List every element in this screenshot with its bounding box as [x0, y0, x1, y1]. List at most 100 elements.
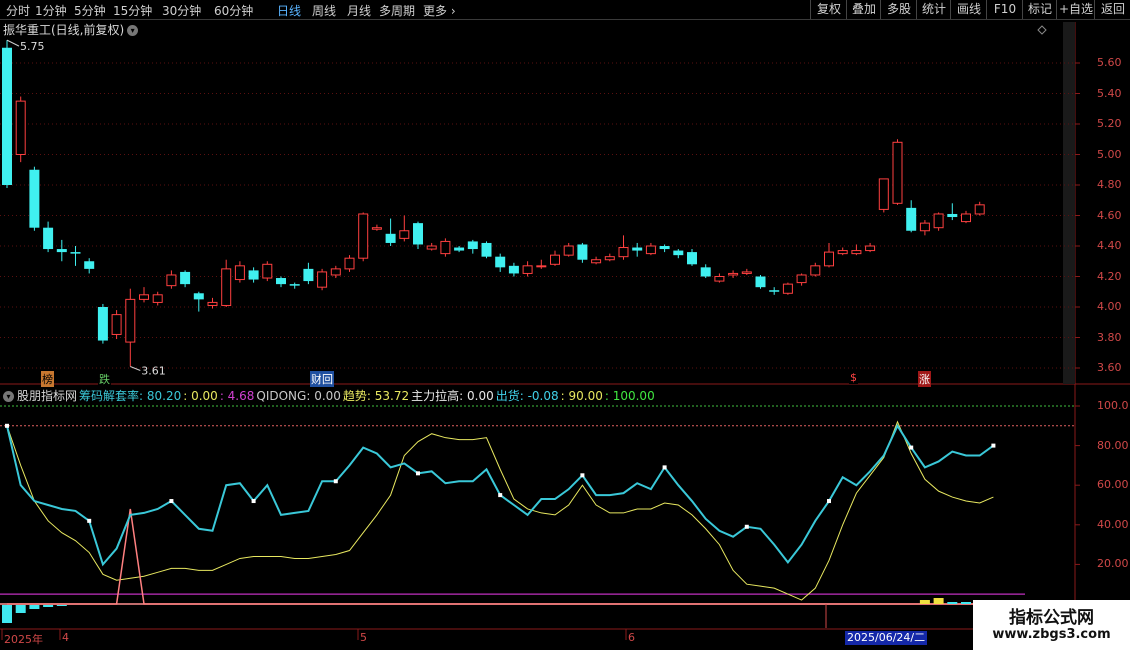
indicator-menu-icon[interactable]: ▾ [3, 391, 14, 402]
toolbar-button-2[interactable]: 多股 [880, 0, 917, 19]
chip-release-line [6, 423, 994, 567]
indicator-tick-label: 100.0 [1097, 399, 1129, 412]
candle-body [2, 47, 12, 185]
indicator-name: 股朋指标网 [17, 389, 78, 403]
candle-body [591, 259, 602, 264]
candle-body [769, 290, 780, 292]
outflow-bar [961, 602, 971, 604]
candle-body [659, 246, 670, 250]
indicator-value: QIDONG: 0.00 [256, 389, 341, 403]
qidong-line [7, 508, 994, 605]
period-tab-8[interactable]: 月线 [347, 2, 371, 19]
period-tab-6[interactable]: 日线 [277, 2, 301, 19]
candle-body [892, 141, 903, 204]
price-tick-label: 5.20 [1097, 117, 1122, 130]
stock-title[interactable]: 振华重工(日线,前复权) ▾ [3, 21, 139, 38]
toolbar-button-0[interactable]: 复权 [810, 0, 847, 19]
period-tab-4[interactable]: 30分钟 [162, 2, 201, 19]
candle-body [577, 244, 588, 260]
high-pointer [6, 39, 20, 47]
candle-body [961, 213, 971, 223]
period-tab-3[interactable]: 15分钟 [113, 2, 152, 19]
candle-body [632, 247, 643, 251]
x-axis-label: 2025年 [4, 633, 43, 646]
candle-body [440, 240, 451, 255]
watermark: 指标公式网 www.zbgs3.com [973, 600, 1130, 650]
signal-badge-5: 涨 [918, 371, 931, 387]
indicator-tick-label: 40.00 [1097, 517, 1129, 531]
outflow-bar [15, 605, 26, 613]
candle-body [508, 265, 519, 274]
toolbar-button-7[interactable]: +自选 [1056, 0, 1095, 19]
toolbar-button-4[interactable]: 画线 [950, 0, 987, 19]
dropdown-icon[interactable]: ▾ [127, 25, 139, 36]
candle-body [687, 252, 697, 265]
indicator-title: ▾ 股朋指标网 筹码解套率: 80.20: 0.00: 4.68 QIDONG: 0.… [3, 387, 657, 404]
candle-body [221, 268, 232, 306]
candle-body [193, 293, 204, 300]
period-tab-0[interactable]: 分时 [6, 2, 30, 19]
chip-release-marker [87, 518, 92, 523]
x-axis-label: 4 [62, 631, 69, 644]
low-price-label: 3.61 [141, 364, 166, 377]
indicator-tick-label: 60.00 [1097, 478, 1129, 492]
candle-body [166, 274, 177, 287]
candle-body [851, 250, 862, 255]
candle-body [618, 247, 629, 258]
chip-release-marker [416, 471, 420, 476]
period-tab-9[interactable]: 多周期 [379, 2, 415, 19]
period-tab-7[interactable]: 周线 [312, 2, 336, 19]
toolbar-button-5[interactable]: F10 [986, 0, 1023, 19]
candle-body [700, 267, 711, 277]
candle-body [29, 169, 40, 228]
candle-body [467, 241, 478, 250]
watermark-title: 指标公式网 [1009, 608, 1094, 628]
candle-body [933, 213, 944, 229]
trend-line [6, 420, 994, 601]
candle-body [70, 252, 81, 254]
candle-body [906, 207, 917, 231]
period-tab-1[interactable]: 1分钟 [35, 2, 67, 19]
toolbar-button-6[interactable]: 标记 [1022, 0, 1057, 19]
candle-body [248, 270, 259, 280]
candle-body [276, 278, 286, 285]
candle-body [344, 257, 355, 270]
candle-body [399, 230, 410, 239]
chip-release-marker [580, 473, 585, 478]
outflow-bar [56, 605, 67, 606]
candle-body [865, 245, 876, 252]
price-tick-label: 3.80 [1097, 330, 1122, 344]
period-tab-5[interactable]: 60分钟 [214, 2, 253, 19]
price-tick-label: 4.40 [1097, 239, 1122, 252]
price-tick-label: 5.60 [1097, 56, 1122, 69]
candle-body [358, 213, 369, 259]
toolbar-button-8[interactable]: 返回 [1094, 0, 1130, 19]
indicator-value: : 100.00 [604, 389, 655, 403]
period-tab-10[interactable]: 更多 › [423, 2, 456, 19]
candle-body [563, 245, 574, 256]
candle-body [947, 213, 958, 218]
signal-badge-0: 榜 [41, 371, 54, 387]
toolbar-button-3[interactable]: 统计 [916, 0, 951, 19]
low-pointer [130, 366, 141, 371]
price-tick-label: 5.40 [1097, 86, 1122, 100]
candle-body [289, 284, 300, 286]
stock-title-text: 振华重工(日线,前复权) [3, 23, 125, 37]
candle-body [495, 256, 506, 268]
period-tab-2[interactable]: 5分钟 [74, 2, 106, 19]
candle-body [56, 249, 67, 253]
chevron-right-icon: › [447, 4, 456, 18]
high-price-label: 5.75 [20, 40, 45, 53]
diamond-icon [1037, 25, 1047, 35]
candle-body [796, 274, 807, 284]
candle-body [385, 233, 396, 243]
candle-body [728, 272, 739, 276]
x-axis-label: 6 [628, 631, 635, 644]
chip-release-marker [991, 443, 996, 448]
candle-body [714, 276, 725, 282]
chip-release-marker [662, 465, 667, 470]
toolbar-button-1[interactable]: 叠加 [846, 0, 881, 19]
candle-body [43, 227, 54, 250]
candle-body [330, 268, 341, 276]
candle-body [84, 261, 95, 269]
